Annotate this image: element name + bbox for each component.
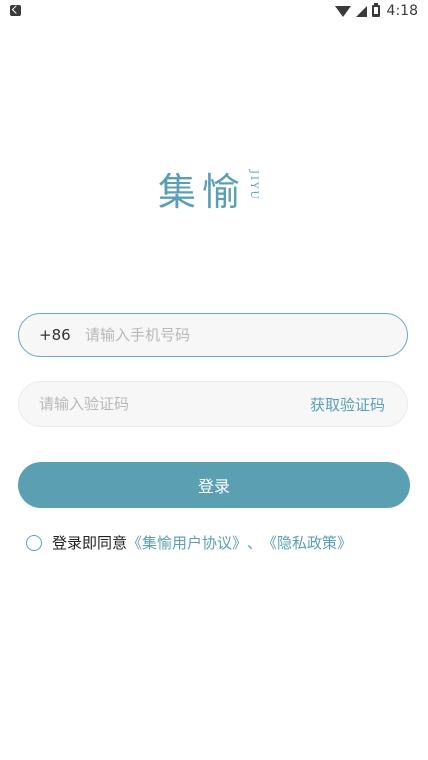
agreement-separator: 、 (247, 534, 263, 552)
verification-code-field[interactable]: 获取验证码 (18, 381, 408, 427)
agreement-radio[interactable] (26, 534, 42, 551)
notification-icon (10, 5, 21, 16)
country-code-prefix[interactable]: +86 (39, 326, 85, 344)
logo-subtitle: JIYU (248, 170, 260, 201)
privacy-policy-link[interactable]: 《隐私政策》 (262, 532, 352, 553)
login-button-label: 登录 (197, 477, 230, 496)
phone-field[interactable]: +86 (18, 313, 408, 357)
app-logo: 集愉 JIYU (158, 168, 259, 216)
status-time: 4:18 (386, 3, 418, 19)
logo-title: 集愉 (158, 170, 247, 214)
verification-code-input[interactable] (39, 395, 310, 413)
status-indicators: 4:18 (334, 3, 418, 19)
get-code-button[interactable]: 获取验证码 (310, 394, 385, 415)
signal-icon (355, 5, 367, 17)
login-button[interactable]: 登录 (18, 462, 410, 508)
wifi-icon (334, 5, 351, 17)
user-agreement-link[interactable]: 《集愉用户协议》 (127, 532, 247, 553)
battery-icon (371, 3, 380, 17)
phone-input[interactable] (85, 326, 407, 344)
status-bar: 4:18 (0, 0, 428, 24)
agreement-text: 登录即同意 (52, 534, 128, 552)
agreement-row: 登录即同意 《集愉用户协议》 、 《隐私政策》 (26, 532, 352, 553)
